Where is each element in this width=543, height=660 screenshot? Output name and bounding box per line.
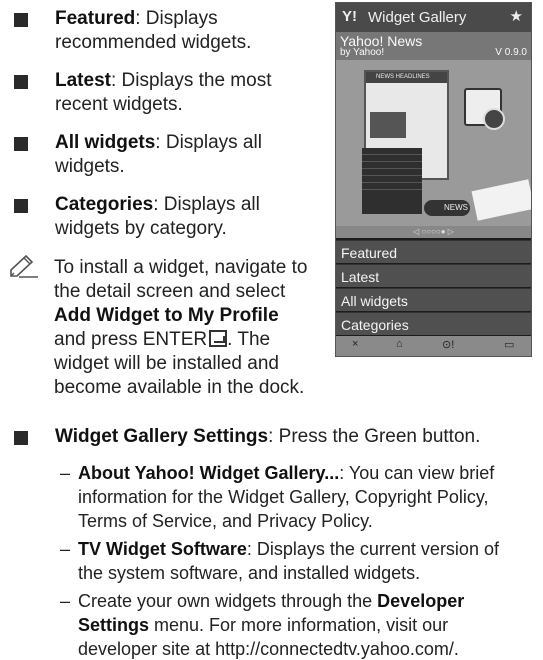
categories-label: Categories [55,194,154,215]
dash-bullet: – [60,591,71,611]
check-icon [483,108,505,130]
preview-photo [370,112,406,138]
preview-menu-item [362,183,422,190]
all-widgets-desc: : Displays all [155,132,262,153]
tv-header: Y! Widget Gallery ★ [336,3,531,32]
pencil-note-icon [10,254,38,278]
bullet-square-categories [14,199,28,213]
bullet-square-featured [14,13,28,27]
categories-item: Categories: Displays all widgets by cate… [55,193,260,241]
note-line-2: the detail screen and select [54,281,286,302]
preview-menu-item [362,148,422,155]
widget-gallery-settings-label: Widget Gallery Settings [55,426,269,447]
install-note: To install a widget, navigate to the det… [54,256,324,400]
bullet-square-settings [14,431,28,445]
yahoo-logo-icon: Y! [342,8,357,25]
enter-key-label: ENTER [142,329,208,350]
preview-menu-list [362,148,422,214]
widget-gallery-settings-desc: : Press the Green button. [268,426,481,447]
sub-item-tv-widget-software: – TV Widget Software: Displays the curre… [60,537,534,585]
all-widgets-item: All widgets: Displays all widgets. [55,131,262,179]
preview-window-title: NEWS HEADLINES [366,72,447,83]
note-line-1: To install a widget, navigate to [54,257,308,278]
widget-gallery-tv-screen: Y! Widget Gallery ★ Yahoo! News by Yahoo… [335,2,532,357]
tv-nav-categories[interactable]: Categories [336,312,531,335]
note-line-4-post: . The [227,329,271,350]
categories-desc: : Displays all [153,194,260,215]
note-line-4-pre: and press [54,329,143,350]
featured-desc-2: recommended widgets. [55,32,252,53]
preview-menu-item [362,169,422,176]
news-pill: NEWS [424,200,470,216]
featured-item: Featured: Displays recommended widgets. [55,7,251,55]
newspaper-icon [471,179,531,221]
tv-widget-software-label: TV Widget Software [78,539,247,559]
latest-item: Latest: Displays the most recent widgets… [55,69,271,117]
tv-app-by: by Yahoo! [340,47,385,58]
preview-menu-item [362,162,422,169]
bullet-square-latest [14,75,28,89]
developer-text-1: menu. For more information, visit our [149,615,449,635]
tv-nav-latest[interactable]: Latest [336,264,531,287]
latest-desc-2: recent widgets. [55,94,183,115]
tv-app-preview: NEWS HEADLINES NEWS [336,60,531,226]
about-text-2: information for the Widget Gallery, Copy… [78,487,489,507]
all-widgets-desc-2: widgets. [55,156,125,177]
about-text-1: : You can view brief [339,463,495,483]
sub-item-developer: – Create your own widgets through the De… [60,589,534,660]
home-icon[interactable]: ⌂ [396,338,403,350]
dash-bullet: – [60,539,71,559]
about-label: About Yahoo! Widget Gallery... [78,463,340,483]
pagination-dots: ◁ ○○○○● ▷ [336,226,531,238]
tv-header-title: Widget Gallery [368,9,467,26]
tv-footer: × ⌂ ⊙! ▭ [336,336,531,356]
sub-item-about: – About Yahoo! Widget Gallery...: You ca… [60,461,534,533]
note-add-widget-label: Add Widget to My Profile [54,305,279,326]
tv-app-version: V 0.9.0 [495,47,527,58]
preview-menu-item [362,176,422,183]
developer-pre: Create your own widgets through the [78,591,378,611]
tv-nav-featured[interactable]: Featured [336,240,531,263]
latest-label: Latest [55,70,111,91]
all-widgets-label: All widgets [55,132,156,153]
tv-widget-software-text-1: : Displays the current version of [246,539,499,559]
featured-desc: : Displays [135,8,218,29]
developer-label: Developer [377,591,465,611]
preview-menu-item [362,155,422,162]
categories-desc-2: widgets by category. [55,218,227,239]
settings-label: Settings [78,615,150,635]
tv-widget-software-text-2: the system software, and installed widge… [78,563,421,583]
about-text-3: Terms of Service, and Privacy Policy. [78,511,373,531]
tv-nav-all-widgets[interactable]: All widgets [336,288,531,311]
bullet-square-all-widgets [14,137,28,151]
yahoo-button-icon[interactable]: ⊙! [442,338,454,351]
featured-label: Featured [55,8,136,29]
dash-bullet: – [60,463,71,483]
enter-key-icon [209,330,228,347]
tv-app-banner: Yahoo! News by Yahoo! V 0.9.0 [336,32,531,60]
developer-text-2: developer site at http://connectedtv.yah… [78,639,459,659]
screen-icon[interactable]: ▭ [504,338,514,351]
star-icon: ★ [509,8,523,25]
note-line-6: become available in the dock. [54,377,305,398]
note-line-5: widget will be installed and [54,353,279,374]
widget-gallery-settings-item: Widget Gallery Settings: Press the Green… [55,425,480,449]
close-icon[interactable]: × [352,338,358,350]
latest-desc: : Displays the most [110,70,272,91]
